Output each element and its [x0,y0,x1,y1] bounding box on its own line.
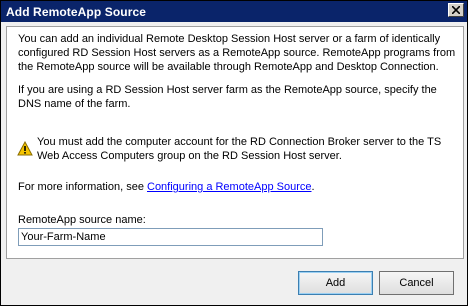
cancel-button[interactable]: Cancel [379,271,454,295]
title-bar[interactable]: Add RemoteApp Source [1,1,467,22]
close-button[interactable] [448,3,464,17]
farm-text: If you are using a RD Session Host serve… [18,84,437,110]
warning-text: You must add the computer account for th… [37,136,442,162]
add-remoteapp-source-dialog: Add RemoteApp Source You can add an indi… [0,0,468,306]
content-panel: You can add an individual Remote Desktop… [6,26,464,259]
source-name-label: RemoteApp source name: [18,214,146,226]
close-icon [452,6,460,14]
info-line: For more information, see Configuring a … [18,180,456,194]
intro-text: You can add an individual Remote Desktop… [18,33,456,73]
info-prefix: For more information, see [18,181,147,193]
info-suffix: . [311,181,315,193]
warning-icon [17,141,33,156]
dialog-title: Add RemoteApp Source [6,5,147,19]
source-name-input[interactable] [18,228,323,246]
configuring-remoteapp-source-link[interactable]: Configuring a RemoteApp Source [147,181,311,193]
add-button[interactable]: Add [298,271,373,295]
